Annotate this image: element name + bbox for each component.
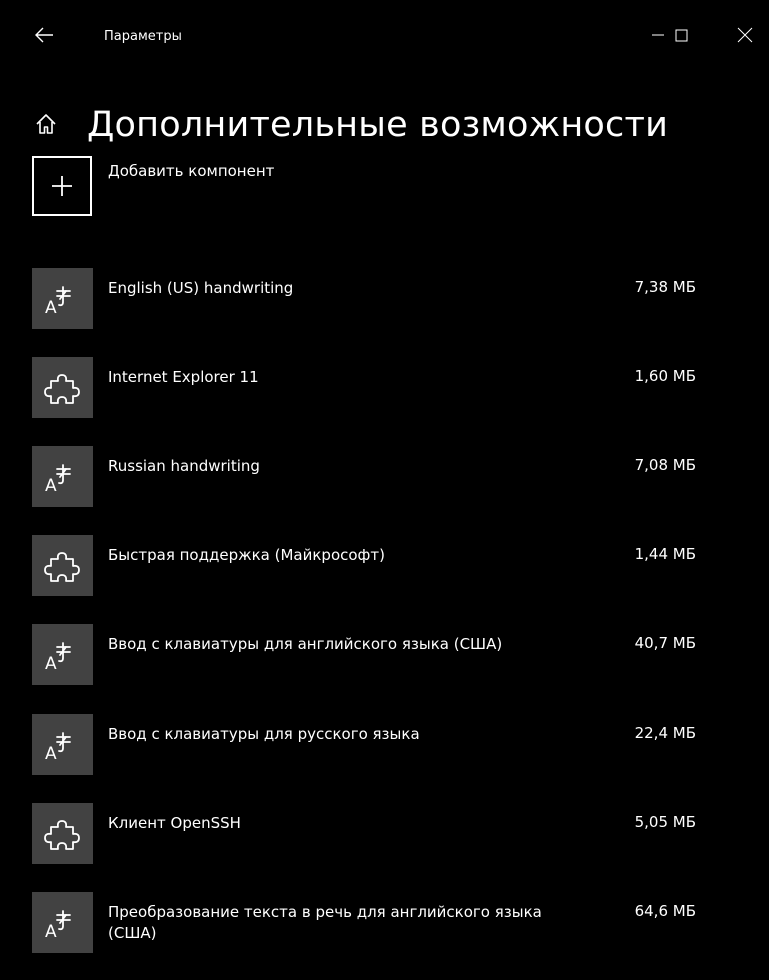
feature-item[interactable]: Ввод с клавиатуры для русского языка 22,4…	[32, 714, 722, 782]
feature-item[interactable]: Russian handwriting 7,08 МБ	[32, 446, 722, 514]
feature-size: 1,44 МБ	[634, 545, 696, 563]
feature-icon-tile	[32, 714, 93, 775]
puzzle-piece-icon	[44, 820, 80, 850]
feature-icon-tile	[32, 446, 93, 507]
feature-name: Ввод с клавиатуры для русского языка	[108, 725, 420, 743]
feature-icon-tile	[32, 624, 93, 685]
plus-icon	[52, 176, 72, 196]
language-handwriting-icon	[44, 910, 71, 943]
feature-name: Russian handwriting	[108, 457, 260, 475]
feature-name: Internet Explorer 11	[108, 368, 259, 386]
feature-icon-tile	[32, 268, 93, 329]
puzzle-piece-icon	[44, 552, 80, 582]
language-handwriting-icon	[44, 286, 71, 319]
feature-item[interactable]: Ввод с клавиатуры для английского языка …	[32, 624, 722, 692]
feature-name: Ввод с клавиатуры для английского языка …	[108, 635, 503, 653]
add-component-box[interactable]	[32, 156, 92, 216]
add-component-label[interactable]: Добавить компонент	[108, 162, 274, 180]
home-icon	[36, 114, 56, 134]
close-icon[interactable]	[733, 24, 757, 46]
language-handwriting-icon	[44, 464, 71, 497]
puzzle-piece-icon	[44, 374, 80, 404]
feature-icon-tile	[32, 892, 93, 953]
feature-size: 7,08 МБ	[634, 456, 696, 474]
window-title: Параметры	[104, 29, 182, 44]
feature-name: Преобразование текста в речь для английс…	[108, 903, 542, 942]
feature-item[interactable]: English (US) handwriting 7,38 МБ	[32, 268, 722, 336]
language-handwriting-icon	[44, 642, 71, 675]
feature-size: 5,05 МБ	[634, 813, 696, 831]
feature-icon-tile	[32, 803, 93, 864]
feature-size: 1,60 МБ	[634, 367, 696, 385]
maximize-icon[interactable]	[670, 24, 694, 46]
page-title: Дополнительные возможности	[87, 105, 669, 145]
title-bar: Параметры	[0, 0, 769, 72]
feature-item[interactable]: Преобразование текста в речь для английс…	[32, 892, 722, 960]
language-handwriting-icon	[44, 732, 71, 765]
feature-icon-tile	[32, 535, 93, 596]
back-arrow-icon[interactable]	[34, 26, 54, 44]
feature-name: Клиент OpenSSH	[108, 814, 241, 832]
feature-item[interactable]: Internet Explorer 11 1,60 МБ	[32, 357, 722, 425]
feature-item[interactable]: Быстрая поддержка (Майкрософт) 1,44 МБ	[32, 535, 722, 603]
feature-size: 22,4 МБ	[634, 724, 696, 742]
feature-icon-tile	[32, 357, 93, 418]
feature-name: Быстрая поддержка (Майкрософт)	[108, 546, 385, 564]
feature-name: English (US) handwriting	[108, 279, 294, 297]
feature-item[interactable]: Клиент OpenSSH 5,05 МБ	[32, 803, 722, 871]
feature-size: 64,6 МБ	[634, 902, 696, 920]
feature-size: 40,7 МБ	[634, 634, 696, 652]
feature-size: 7,38 МБ	[634, 278, 696, 296]
